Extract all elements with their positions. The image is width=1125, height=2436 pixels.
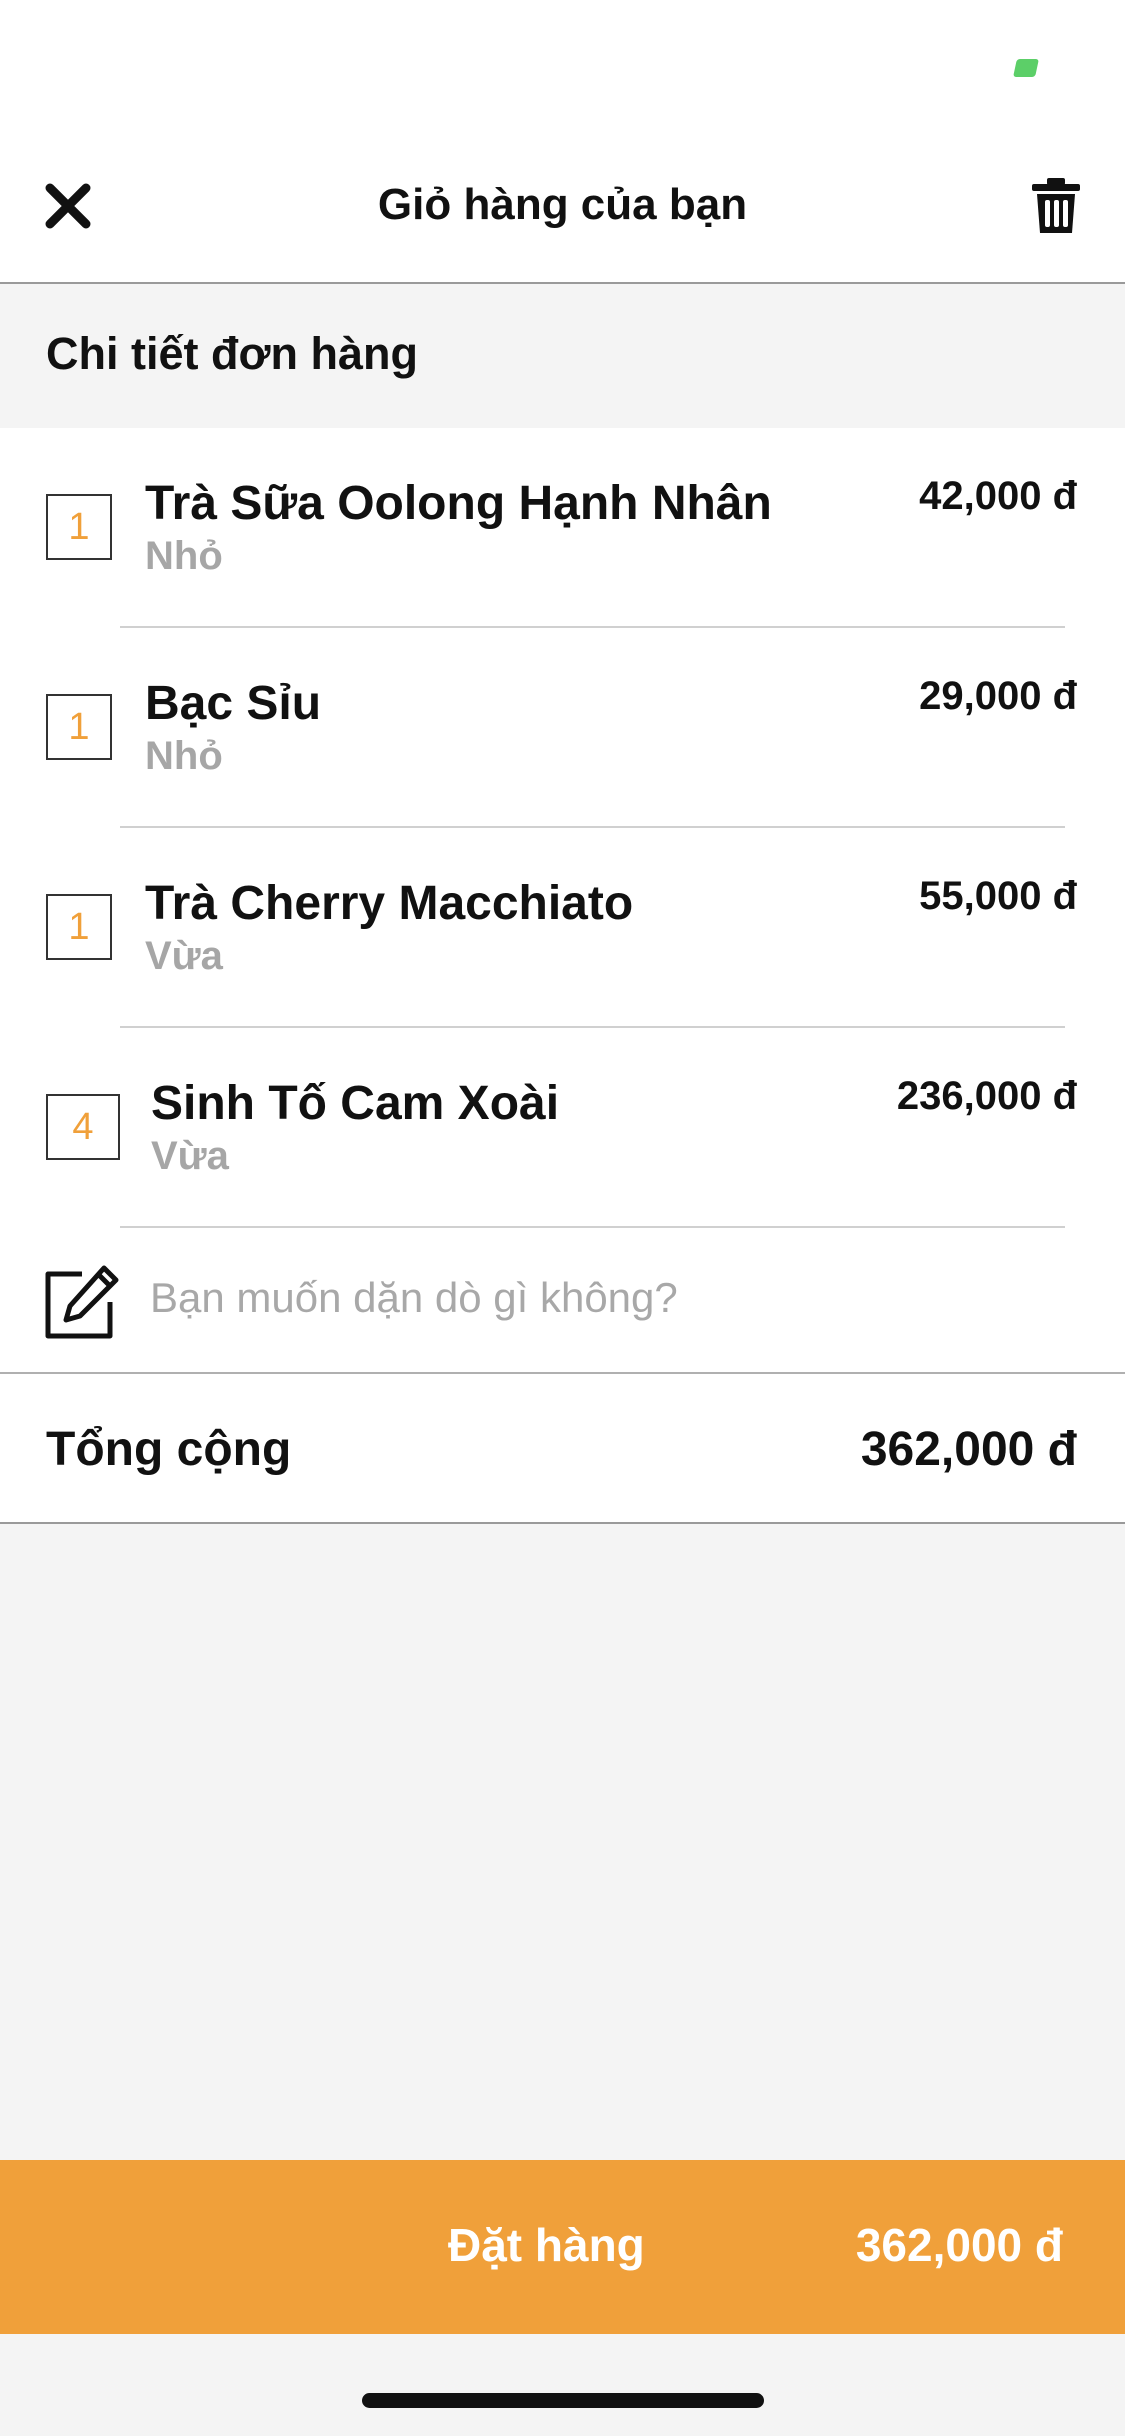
section-title: Chi tiết đơn hàng — [46, 328, 418, 379]
status-bar — [0, 0, 1125, 130]
item-size: Vừa — [145, 934, 223, 978]
item-size: Vừa — [151, 1134, 229, 1178]
page-title: Giỏ hàng của bạn — [377, 180, 748, 229]
item-name: Sinh Tố Cam Xoài — [151, 1077, 560, 1130]
quantity-box[interactable]: 1 — [46, 694, 112, 760]
home-indicator — [362, 2393, 764, 2408]
quantity-box[interactable]: 1 — [46, 494, 112, 560]
item-name: Trà Cherry Macchiato — [145, 877, 634, 930]
status-indicator-icon — [1013, 59, 1039, 77]
item-name: Trà Sữa Oolong Hạnh Nhân — [145, 477, 772, 530]
item-price: 29,000 đ — [919, 674, 1077, 718]
nav-bar: Giỏ hàng của bạn — [0, 130, 1125, 284]
total-label: Tổng cộng — [46, 1423, 292, 1476]
quantity-box[interactable]: 4 — [46, 1094, 120, 1160]
quantity-box[interactable]: 1 — [46, 894, 112, 960]
place-order-button[interactable]: Đặt hàng 362,000 đ — [0, 2160, 1125, 2334]
item-price: 42,000 đ — [919, 474, 1077, 518]
order-item[interactable]: 1 Trà Sữa Oolong Hạnh Nhân Nhỏ 42,000 đ — [0, 428, 1125, 628]
edit-note-icon — [45, 1265, 119, 1339]
item-price: 236,000 đ — [896, 1074, 1077, 1118]
item-name: Bạc Sỉu — [145, 677, 322, 730]
order-item[interactable]: 1 Bạc Sỉu Nhỏ 29,000 đ — [0, 628, 1125, 828]
order-details-header: Chi tiết đơn hàng — [0, 284, 1125, 428]
total-row: Tổng cộng 362,000 đ — [0, 1374, 1125, 1524]
order-item[interactable]: 1 Trà Cherry Macchiato Vừa 55,000 đ — [0, 828, 1125, 1028]
order-item[interactable]: 4 Sinh Tố Cam Xoài Vừa 236,000 đ — [0, 1028, 1125, 1228]
note-input[interactable] — [150, 1268, 1050, 1328]
order-list: 1 Trà Sữa Oolong Hạnh Nhân Nhỏ 42,000 đ … — [0, 428, 1125, 1524]
total-value: 362,000 đ — [860, 1423, 1077, 1476]
item-size: Nhỏ — [145, 534, 223, 578]
trash-icon[interactable] — [1028, 176, 1084, 236]
item-price: 55,000 đ — [919, 874, 1077, 918]
place-order-label: Đặt hàng — [448, 2219, 645, 2271]
note-row[interactable] — [0, 1228, 1125, 1374]
place-order-total: 362,000 đ — [855, 2219, 1063, 2271]
item-size: Nhỏ — [145, 734, 223, 778]
